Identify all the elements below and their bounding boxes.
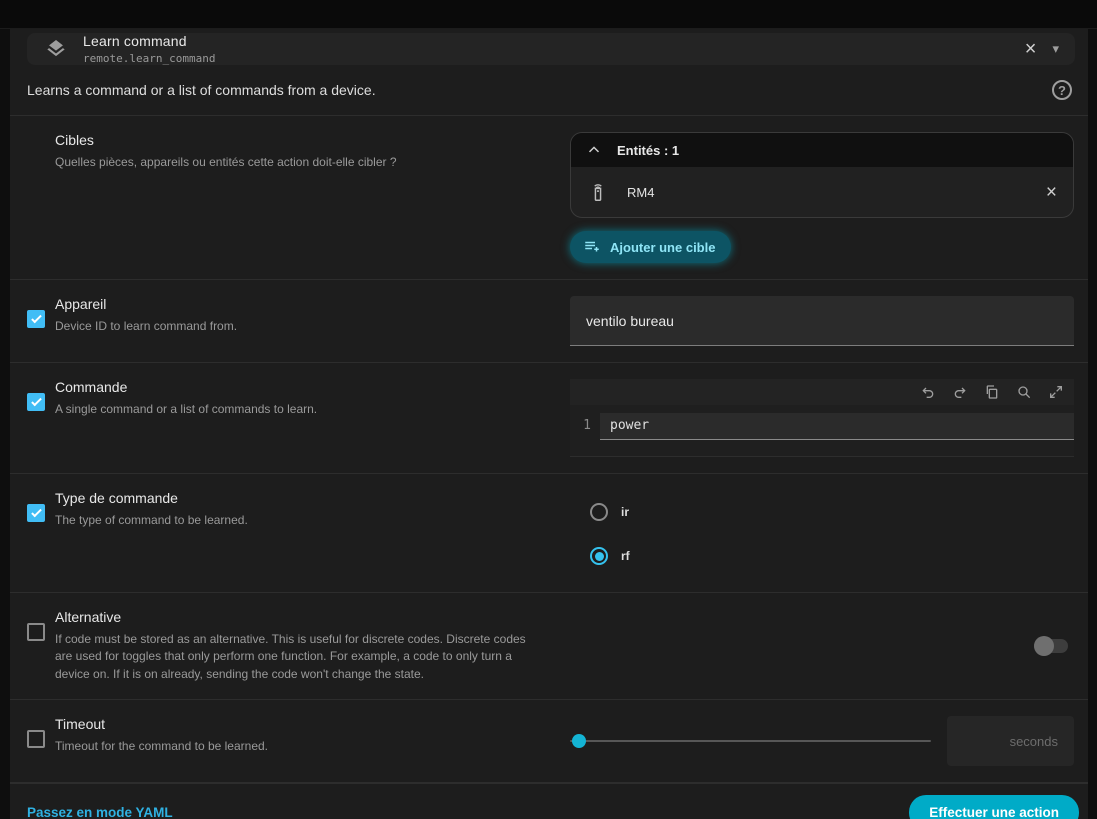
code-editor: 1 power xyxy=(570,379,1074,457)
command-type-label-block: Type de commande The type of command to … xyxy=(55,490,248,529)
timeout-slider[interactable] xyxy=(570,716,931,766)
command-type-right: ir rf xyxy=(570,490,1074,576)
command-type-left: Type de commande The type of command to … xyxy=(27,490,536,576)
command-type-checkbox[interactable] xyxy=(27,504,45,522)
entities-count-label: Entités : 1 xyxy=(617,143,679,158)
command-label-block: Commande A single command or a list of c… xyxy=(55,379,317,418)
alternative-toggle[interactable] xyxy=(1034,639,1068,653)
timeout-row: Timeout Timeout for the command to be le… xyxy=(10,700,1088,783)
command-description: A single command or a list of commands t… xyxy=(55,401,317,418)
alternative-label: Alternative xyxy=(55,609,536,625)
screen: Learn command remote.learn_command × ▾ L… xyxy=(0,0,1097,819)
timeout-label-block: Timeout Timeout for the command to be le… xyxy=(55,716,268,755)
add-target-label: Ajouter une cible xyxy=(610,240,715,255)
check-icon xyxy=(31,507,42,518)
chevron-up-icon xyxy=(585,141,603,159)
radio-option-ir[interactable]: ir xyxy=(590,496,1074,528)
timeout-checkbox[interactable] xyxy=(27,730,45,748)
yaml-mode-link[interactable]: Passez en mode YAML xyxy=(27,805,173,819)
alternative-description: If code must be stored as an alternative… xyxy=(55,631,536,683)
device-row: Appareil Device ID to learn command from… xyxy=(10,280,1088,363)
radio-icon[interactable] xyxy=(590,503,608,521)
action-dialog: Learn command remote.learn_command × ▾ L… xyxy=(10,29,1088,819)
targets-label-block: Cibles Quelles pièces, appareils ou enti… xyxy=(55,132,397,171)
device-left: Appareil Device ID to learn command from… xyxy=(27,296,536,346)
service-description-row: Learns a command or a list of commands f… xyxy=(10,65,1088,116)
radio-label: ir xyxy=(621,505,629,519)
help-icon[interactable]: ? xyxy=(1052,80,1072,100)
device-label: Appareil xyxy=(55,296,237,312)
slider-track[interactable] xyxy=(570,740,931,742)
editor-body: 1 power xyxy=(570,405,1074,456)
radio-icon-selected[interactable] xyxy=(590,547,608,565)
line-number: 1 xyxy=(570,413,600,440)
alternative-right xyxy=(570,609,1074,683)
command-value[interactable]: power xyxy=(600,413,1074,440)
redo-icon[interactable] xyxy=(952,384,968,400)
entity-row[interactable]: RM4 × xyxy=(571,167,1073,217)
command-type-options: ir rf xyxy=(570,490,1074,576)
timeout-label: Timeout xyxy=(55,716,268,732)
command-checkbox[interactable] xyxy=(27,393,45,411)
chevron-down-icon[interactable]: ▾ xyxy=(1052,41,1059,57)
playlist-plus-icon xyxy=(583,238,601,256)
remove-entity-icon[interactable]: × xyxy=(1046,183,1057,202)
alternative-left: Alternative If code must be stored as an… xyxy=(27,609,536,683)
timeout-unit-field[interactable]: seconds xyxy=(947,716,1074,766)
device-label-block: Appareil Device ID to learn command from… xyxy=(55,296,237,335)
command-type-label: Type de commande xyxy=(55,490,248,506)
targets-description: Quelles pièces, appareils ou entités cet… xyxy=(55,154,397,171)
entities-panel-header[interactable]: Entités : 1 xyxy=(571,133,1073,167)
undo-icon[interactable] xyxy=(920,384,936,400)
radio-label: rf xyxy=(621,549,630,563)
slider-thumb[interactable] xyxy=(572,734,586,748)
command-type-description: The type of command to be learned. xyxy=(55,512,248,529)
targets-left: Cibles Quelles pièces, appareils ou enti… xyxy=(27,132,536,263)
targets-label: Cibles xyxy=(55,132,397,148)
alternative-row: Alternative If code must be stored as an… xyxy=(10,593,1088,700)
search-icon[interactable] xyxy=(1016,384,1032,400)
expand-icon[interactable] xyxy=(1048,384,1064,400)
remote-icon xyxy=(587,181,609,203)
timeout-unit-placeholder: seconds xyxy=(1010,734,1058,749)
device-right xyxy=(570,296,1074,346)
device-description: Device ID to learn command from. xyxy=(55,318,237,335)
command-type-row: Type de commande The type of command to … xyxy=(10,474,1088,593)
command-row: Commande A single command or a list of c… xyxy=(10,363,1088,474)
editor-toolbar xyxy=(570,379,1074,405)
toggle-knob xyxy=(1034,636,1054,656)
targets-right: Entités : 1 RM4 × xyxy=(570,132,1074,263)
header-actions: × ▾ xyxy=(1025,39,1059,59)
device-checkbox[interactable] xyxy=(27,310,45,328)
alternative-label-block: Alternative If code must be stored as an… xyxy=(55,609,536,683)
dialog-footer: Passez en mode YAML Effectuer une action xyxy=(10,783,1088,819)
copy-icon[interactable] xyxy=(984,384,1000,400)
check-icon xyxy=(31,396,42,407)
dialog-header: Learn command remote.learn_command × ▾ xyxy=(27,33,1075,65)
service-description: Learns a command or a list of commands f… xyxy=(27,82,376,98)
top-bar xyxy=(0,0,1097,29)
perform-action-button[interactable]: Effectuer une action xyxy=(909,795,1079,819)
timeout-left: Timeout Timeout for the command to be le… xyxy=(27,716,536,766)
dialog-title: Learn command xyxy=(83,33,215,49)
entity-name: RM4 xyxy=(627,185,654,200)
device-input[interactable] xyxy=(570,296,1074,346)
add-target-button[interactable]: Ajouter une cible xyxy=(570,231,731,263)
dialog-titles: Learn command remote.learn_command xyxy=(83,33,215,65)
alternative-toggle-wrap xyxy=(570,609,1074,683)
check-icon xyxy=(31,313,42,324)
command-right: 1 power xyxy=(570,379,1074,457)
radio-option-rf[interactable]: rf xyxy=(590,540,1074,572)
close-icon[interactable]: × xyxy=(1025,39,1037,59)
entities-panel: Entités : 1 RM4 × xyxy=(570,132,1074,218)
targets-row: Cibles Quelles pièces, appareils ou enti… xyxy=(10,116,1088,280)
command-left: Commande A single command or a list of c… xyxy=(27,379,536,457)
service-id: remote.learn_command xyxy=(83,52,215,65)
alternative-checkbox[interactable] xyxy=(27,623,45,641)
command-label: Commande xyxy=(55,379,317,395)
timeout-right: seconds xyxy=(570,716,1074,766)
service-layers-icon xyxy=(43,36,69,62)
timeout-description: Timeout for the command to be learned. xyxy=(55,738,268,755)
